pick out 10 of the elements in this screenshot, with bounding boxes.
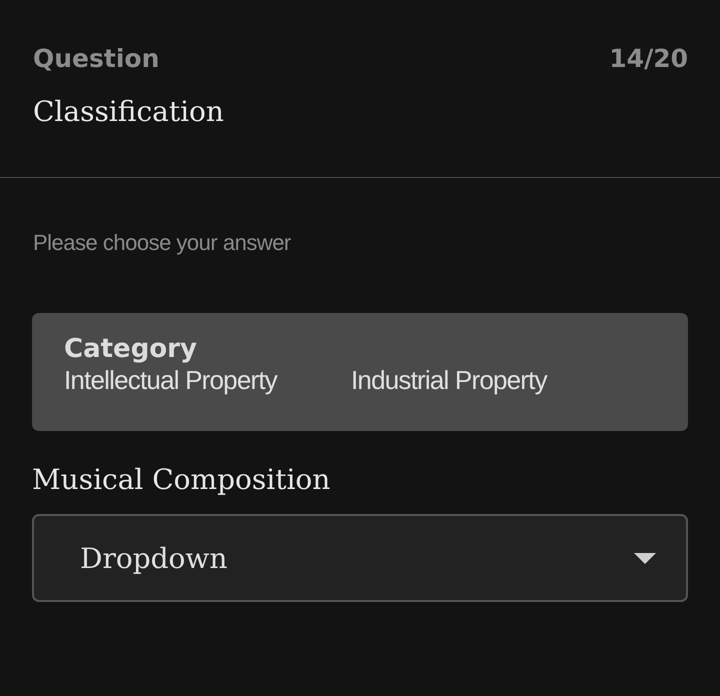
item-label: Musical Composition [32,463,332,496]
question-title: Classification [33,95,225,128]
answer-dropdown[interactable]: Dropdown [32,514,688,602]
instruction-text: Please choose your answer [33,230,292,256]
question-label: Question [33,44,160,73]
caret-icon [634,552,656,564]
category-title: Category [64,333,198,365]
category-option[interactable]: Intellectual Property [64,365,277,395]
category-option[interactable]: Industrial Property [351,365,547,395]
question-counter: 14/20 [609,44,688,73]
